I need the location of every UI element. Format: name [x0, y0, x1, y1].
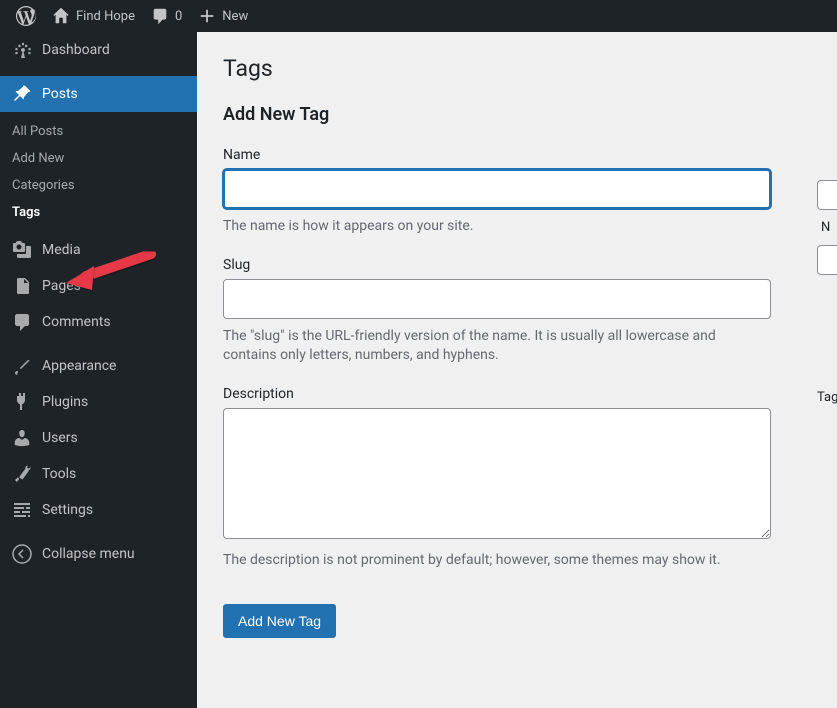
sidebar-label: Appearance	[42, 358, 116, 374]
separator	[0, 528, 197, 536]
submenu-all-posts[interactable]: All Posts	[0, 118, 197, 145]
name-input[interactable]	[223, 169, 771, 209]
add-new-tag-button[interactable]: Add New Tag	[223, 604, 336, 638]
user-icon	[12, 428, 32, 448]
comments-icon	[12, 312, 32, 332]
sidebar-item-dashboard[interactable]: Dashboard	[0, 32, 197, 68]
sidebar-label: Media	[42, 242, 81, 258]
separator	[0, 68, 197, 76]
sidebar-label: Dashboard	[42, 42, 110, 58]
sidebar-item-comments[interactable]: Comments	[0, 304, 197, 340]
new-label: New	[222, 9, 248, 24]
main-content: Tags Add New Tag Name The name is how it…	[197, 32, 837, 708]
name-label: Name	[223, 147, 811, 163]
description-desc: The description is not prominent by defa…	[223, 551, 771, 571]
sidebar-label: Plugins	[42, 394, 88, 410]
sidebar-collapse[interactable]: Collapse menu	[0, 536, 197, 572]
form-title: Add New Tag	[223, 104, 811, 125]
sidebar-item-users[interactable]: Users	[0, 420, 197, 456]
name-field: Name The name is how it appears on your …	[223, 147, 811, 237]
sidebar-item-settings[interactable]: Settings	[0, 492, 197, 528]
sidebar-item-pages[interactable]: Pages	[0, 268, 197, 304]
brush-icon	[12, 356, 32, 376]
admin-topbar: Find Hope 0 New	[0, 0, 837, 32]
submenu-add-new[interactable]: Add New	[0, 145, 197, 172]
media-icon	[12, 240, 32, 260]
description-label: Description	[223, 386, 811, 402]
sidebar-item-posts[interactable]: Posts	[0, 76, 197, 112]
site-name: Find Hope	[76, 9, 135, 24]
submenu-categories[interactable]: Categories	[0, 172, 197, 199]
dashboard-icon	[12, 40, 32, 60]
admin-sidebar: Dashboard Posts All Posts Add New Catego…	[0, 32, 197, 708]
slug-label: Slug	[223, 257, 811, 273]
posts-submenu: All Posts Add New Categories Tags	[0, 112, 197, 232]
slug-field: Slug The "slug" is the URL-friendly vers…	[223, 257, 811, 366]
pages-icon	[12, 276, 32, 296]
comments-link[interactable]: 0	[143, 0, 190, 32]
description-field: Description The description is not promi…	[223, 386, 811, 571]
description-textarea[interactable]	[223, 408, 771, 539]
submenu-tags[interactable]: Tags	[0, 199, 197, 226]
sidebar-label: Users	[42, 430, 78, 446]
sidebar-label: Tools	[42, 466, 76, 482]
wordpress-logo[interactable]	[8, 0, 44, 32]
site-home-link[interactable]: Find Hope	[44, 0, 143, 32]
sidebar-item-tools[interactable]: Tools	[0, 456, 197, 492]
sidebar-label: Pages	[42, 278, 81, 294]
sidebar-label: Settings	[42, 502, 93, 518]
right-panel-peek: N Tag	[817, 180, 837, 285]
plug-icon	[12, 392, 32, 412]
wordpress-icon	[16, 6, 36, 26]
comments-count: 0	[175, 9, 182, 24]
sidebar-label: Collapse menu	[42, 546, 135, 562]
peek-n: N	[817, 220, 837, 235]
sidebar-label: Posts	[42, 86, 78, 102]
page-title: Tags	[223, 46, 811, 86]
peek-box	[817, 180, 837, 210]
sidebar-item-media[interactable]: Media	[0, 232, 197, 268]
pin-icon	[12, 84, 32, 104]
sidebar-item-appearance[interactable]: Appearance	[0, 348, 197, 384]
slug-desc: The "slug" is the URL-friendly version o…	[223, 327, 771, 366]
collapse-icon	[12, 544, 32, 564]
name-desc: The name is how it appears on your site.	[223, 217, 771, 237]
plus-icon	[198, 7, 216, 25]
new-content-link[interactable]: New	[190, 0, 256, 32]
sliders-icon	[12, 500, 32, 520]
comment-icon	[151, 7, 169, 25]
sidebar-label: Comments	[42, 314, 111, 330]
slug-input[interactable]	[223, 279, 771, 319]
sidebar-item-plugins[interactable]: Plugins	[0, 384, 197, 420]
separator	[0, 340, 197, 348]
home-icon	[52, 7, 70, 25]
peek-tag: Tag	[817, 390, 837, 405]
wrench-icon	[12, 464, 32, 484]
peek-box	[817, 245, 837, 275]
